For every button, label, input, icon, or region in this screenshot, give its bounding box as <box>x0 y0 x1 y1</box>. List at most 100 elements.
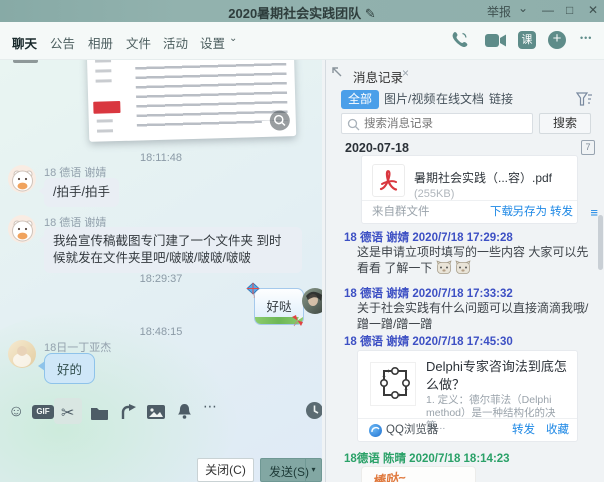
record-text: 关于社会实践有什么问题可以直接滴滴我哦/蹭一蹭/蹭一蹭 <box>357 300 589 332</box>
forward-link[interactable]: 转发 <box>512 421 535 437</box>
sticker-image[interactable]: 棒哒~ <box>361 466 476 482</box>
avatar[interactable] <box>8 340 36 368</box>
filter-media[interactable]: 图片/视频 <box>384 90 435 109</box>
message-text: 好哒 <box>255 296 303 315</box>
records-tab-title[interactable]: 消息记录 <box>353 67 403 86</box>
video-call-icon[interactable] <box>485 33 507 53</box>
message-input[interactable] <box>0 426 322 454</box>
calendar-icon[interactable]: 7 <box>581 140 595 155</box>
cutoff-element <box>13 60 38 63</box>
send-label: 发送(S) <box>269 463 309 480</box>
favorite-link[interactable]: 收藏 <box>546 421 569 437</box>
close-records-icon[interactable]: × <box>402 66 409 80</box>
chat-timestamp: 18:48:15 <box>0 326 322 338</box>
edit-title-icon[interactable]: ✎ <box>365 6 376 21</box>
file-source: 来自群文件 <box>372 203 430 219</box>
records-search-box[interactable] <box>341 113 533 134</box>
tab-settings[interactable]: 设置 <box>200 33 225 52</box>
search-icon <box>347 118 360 131</box>
record-header: 18 德语 谢婧 2020/7/18 17:45:30 <box>344 333 513 349</box>
file-menu-icon[interactable]: ≡ <box>590 205 598 220</box>
search-button[interactable]: 搜索 <box>539 113 591 134</box>
date-header: 2020-07-18 <box>345 141 409 155</box>
report-button[interactable]: 举报 <box>487 3 511 20</box>
delphi-diagram-icon <box>370 362 416 406</box>
file-size: (255KB) <box>414 188 454 200</box>
message-history-clock-icon[interactable] <box>305 401 322 425</box>
maximize-button[interactable]: □ <box>566 3 573 17</box>
close-chat-button[interactable]: 关闭(C) <box>197 458 254 482</box>
scrollbar-thumb[interactable] <box>598 215 603 270</box>
doge-emoji-icon <box>436 260 452 274</box>
search-input[interactable] <box>364 115 529 132</box>
file-card[interactable]: 暑期社会实践（...容）.pdf (255KB) 来自群文件 下载 另存为 转发… <box>361 155 578 224</box>
emoji-icon[interactable]: ☺ <box>8 403 24 421</box>
tab-activities[interactable]: 活动 <box>163 33 188 52</box>
send-button[interactable]: 发送(S) ▾ <box>260 458 322 482</box>
title-bar: 2020暑期社会实践团队 ✎ 举报 ⌄ — □ ✕ <box>0 0 604 22</box>
qq-browser-icon <box>369 424 382 437</box>
send-options-caret[interactable]: ▾ <box>305 459 321 481</box>
minimize-button[interactable]: — <box>542 3 554 17</box>
filter-links[interactable]: 链接 <box>489 90 513 109</box>
screenshot-scissors-icon[interactable]: ✂ <box>61 403 74 423</box>
image-icon[interactable] <box>147 405 165 424</box>
message-bubble: 我给宣传稿截图专门建了一个文件夹 到时候就发在文件夹里吧/啵啵/啵啵/啵啵 <box>44 227 302 273</box>
message-bubble: /拍手/拍手 <box>44 178 119 207</box>
close-button[interactable]: ✕ <box>588 3 598 17</box>
avatar[interactable] <box>8 165 36 193</box>
link-share-card[interactable]: Delphi专家咨询法到底怎么做？ 1. 定义：德尔菲法（Delphi meth… <box>357 350 578 442</box>
more-tools-icon[interactable]: ⋯ <box>203 398 218 415</box>
collapse-panel-icon[interactable] <box>330 65 343 83</box>
chevron-down-icon[interactable]: ⌄ <box>229 33 237 44</box>
link-source: QQ浏览器 <box>386 421 438 437</box>
filter-all[interactable]: 全部 <box>341 90 379 109</box>
tab-files[interactable]: 文件 <box>126 33 151 52</box>
close-chat-label: 关闭(C) <box>205 463 246 477</box>
more-icon[interactable]: ••• <box>580 33 592 43</box>
tab-album[interactable]: 相册 <box>88 33 113 52</box>
download-link[interactable]: 下载 <box>490 203 513 219</box>
message-records-panel: 消息记录 × 全部 图片/视频 在线文档 链接 搜索 2020-07-18 7 <box>325 60 604 482</box>
message-text: /拍手/拍手 <box>53 185 110 199</box>
qq-group-chat-window: 2020暑期社会实践团队 ✎ 举报 ⌄ — □ ✕ 聊天 公告 相册 文件 活动… <box>0 0 604 482</box>
kite-decoration-icon <box>246 282 261 303</box>
chat-panel: 18:11:48 18 德语 谢婧 /拍手/拍手 18 德语 谢婧 我给宣传稿截… <box>0 60 322 482</box>
file-name: 暑期社会实践（...容）.pdf (255KB) <box>414 169 577 200</box>
filter-funnel-icon[interactable] <box>576 92 593 112</box>
red-tag <box>93 101 120 114</box>
window-title: 2020暑期社会实践团队 ✎ <box>0 3 604 22</box>
chat-timestamp: 18:11:48 <box>0 152 322 164</box>
pdf-icon <box>372 164 405 197</box>
message-text: 我给宣传稿截图专门建了一个文件夹 到时候就发在文件夹里吧/啵啵/啵啵/啵啵 <box>53 234 281 265</box>
chevron-down-icon[interactable]: ⌄ <box>518 1 528 15</box>
filter-docs[interactable]: 在线文档 <box>436 90 484 109</box>
record-header-self: 18德语 陈晴 2020/7/18 18:14:23 <box>344 450 510 466</box>
forward-link[interactable]: 转发 <box>550 203 578 219</box>
own-avatar[interactable] <box>302 288 322 314</box>
tab-announcement[interactable]: 公告 <box>50 33 75 52</box>
document-sidebar <box>87 60 134 142</box>
plus-icon[interactable]: + <box>548 31 566 49</box>
record-header: 18 德语 谢婧 2020/7/18 17:29:28 <box>344 229 513 245</box>
voice-call-icon[interactable] <box>450 30 470 55</box>
gif-icon[interactable]: GIF <box>32 405 54 419</box>
folder-icon[interactable] <box>90 406 109 425</box>
sticker-text: 棒哒~ <box>371 467 407 482</box>
search-button-label: 搜索 <box>553 116 577 130</box>
record-header: 18 德语 谢婧 2020/7/18 17:33:32 <box>344 285 513 301</box>
link-title: Delphi专家咨询法到底怎么做？ <box>426 358 571 394</box>
doge-emoji-icon <box>455 260 471 274</box>
save-as-link[interactable]: 另存为 <box>513 203 548 219</box>
tab-chat[interactable]: 聊天 <box>12 33 37 52</box>
course-icon[interactable]: 课 <box>518 31 536 49</box>
bell-icon[interactable] <box>177 403 192 425</box>
document-image-message[interactable] <box>87 60 296 142</box>
message-bubble: 好的 <box>44 353 95 384</box>
record-text: 这是申请立项时填写的一些内容 大家可以先看看 了解一下 <box>357 244 589 276</box>
magnifier-icon[interactable] <box>270 110 291 131</box>
group-name: 2020暑期社会实践团队 <box>228 6 361 21</box>
main-tab-bar: 聊天 公告 相册 文件 活动 设置 ⌄ 课 + ••• <box>0 22 604 60</box>
shake-window-icon[interactable] <box>120 404 137 425</box>
avatar[interactable] <box>8 215 36 243</box>
